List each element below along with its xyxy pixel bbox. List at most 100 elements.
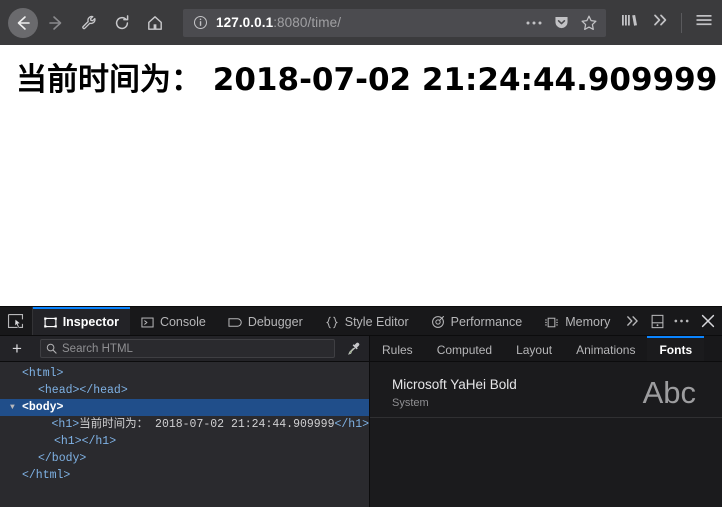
- dom-tree-row[interactable]: </html>: [0, 467, 369, 484]
- identity-info-button[interactable]: [193, 15, 208, 30]
- inspector-dom-pane: + <html><head: [0, 336, 370, 507]
- dom-tag: <body>: [22, 401, 64, 414]
- inspector-icon: [43, 316, 57, 329]
- dom-tree[interactable]: <html> <head></head> ▼ <body> <h1> 当前时间为： 201…: [0, 362, 369, 507]
- devtools-settings-button[interactable]: [670, 307, 694, 335]
- tab-debugger[interactable]: Debugger: [217, 307, 314, 335]
- overflow-button[interactable]: [652, 12, 669, 33]
- add-node-button[interactable]: +: [4, 340, 30, 357]
- page-actions-button[interactable]: [525, 20, 543, 26]
- toolbar-divider: [681, 12, 682, 33]
- dom-tag: <h1>: [51, 418, 80, 431]
- dom-tag: <html>: [22, 367, 64, 380]
- dom-tree-row[interactable]: <html>: [0, 365, 369, 382]
- reload-button[interactable]: [107, 8, 137, 38]
- expand-twisty-icon[interactable]: ▼: [10, 399, 20, 416]
- memory-icon: [544, 316, 559, 329]
- bookmark-button[interactable]: [580, 14, 598, 32]
- wrench-icon: [82, 15, 96, 29]
- debugger-icon: [228, 316, 242, 329]
- devtools-tabbar: Inspector Console Debugger Style Editor …: [0, 307, 722, 336]
- dom-tag: <h1></h1>: [54, 435, 117, 448]
- reload-icon: [115, 14, 129, 29]
- fonts-panel: Microsoft YaHei Bold System Abc: [370, 362, 722, 507]
- tab-label: Performance: [450, 315, 523, 329]
- devtools-body: + <html><head: [0, 336, 722, 507]
- home-icon: [148, 15, 162, 30]
- dom-tree-row[interactable]: <head></head>: [0, 382, 369, 399]
- info-circle-icon: [193, 15, 208, 30]
- sidebar-tab-layout[interactable]: Layout: [504, 336, 564, 361]
- eyedropper-icon: [347, 342, 359, 355]
- dom-tree-row[interactable]: <h1> 当前时间为： 2018-07-02 21:24:44.909999 </h…: [0, 416, 369, 433]
- dom-toolbar: +: [0, 336, 369, 362]
- url-path: :8080/time/: [273, 15, 342, 30]
- sidebar-tab-computed[interactable]: Computed: [425, 336, 504, 361]
- forward-arrow-icon: [49, 15, 62, 30]
- search-input[interactable]: [57, 342, 329, 355]
- performance-icon: [431, 315, 445, 329]
- pocket-button[interactable]: [553, 14, 570, 31]
- dom-tag: </body>: [38, 452, 87, 465]
- element-picker-button[interactable]: [0, 307, 33, 335]
- hamburger-menu-icon: [696, 15, 712, 26]
- library-button[interactable]: [620, 11, 640, 34]
- dom-text-node: 当前时间为： 2018-07-02 21:24:44.909999: [79, 418, 335, 431]
- urlbar-actions: [525, 14, 600, 32]
- tab-style-editor[interactable]: Style Editor: [314, 307, 420, 335]
- browser-toolbar-right: [614, 11, 714, 34]
- menu-button[interactable]: [694, 12, 714, 33]
- sidebar-tabbar: Rules Computed Layout Animations Fonts: [370, 336, 722, 362]
- tab-performance[interactable]: Performance: [420, 307, 534, 335]
- close-icon: [701, 314, 715, 328]
- dom-tree-row[interactable]: </body>: [0, 450, 369, 467]
- forward-button[interactable]: [41, 8, 71, 38]
- font-list-item[interactable]: Microsoft YaHei Bold System Abc: [370, 362, 722, 418]
- url-text[interactable]: 127.0.0.1:8080/time/: [216, 15, 525, 30]
- dom-tree-row[interactable]: ▼ <body>: [0, 399, 369, 416]
- devtools-panel: Inspector Console Debugger Style Editor …: [0, 306, 722, 507]
- font-meta: Microsoft YaHei Bold System: [392, 376, 643, 411]
- double-chevron-right-icon: [654, 14, 667, 26]
- sidebar-tab-animations[interactable]: Animations: [564, 336, 647, 361]
- sidebar-tab-fonts[interactable]: Fonts: [647, 336, 705, 361]
- back-button[interactable]: [8, 7, 38, 38]
- devtools-overflow-button[interactable]: [621, 307, 645, 335]
- double-chevron-right-icon: [627, 316, 639, 326]
- url-host: 127.0.0.1: [216, 15, 274, 30]
- page-content: 当前时间为： 2018-07-02 21:24:44.909999: [0, 45, 722, 306]
- dom-tag: </html>: [22, 469, 71, 482]
- search-html-field[interactable]: [40, 339, 335, 358]
- back-arrow-icon: [17, 15, 30, 30]
- tab-label: Debugger: [247, 315, 303, 329]
- style-editor-icon: [325, 316, 339, 329]
- tab-console[interactable]: Console: [130, 307, 217, 335]
- dom-tag: </h1>: [334, 418, 369, 431]
- tab-label: Style Editor: [344, 315, 409, 329]
- library-icon: [622, 15, 637, 26]
- devtools-close-button[interactable]: [694, 307, 722, 335]
- tab-inspector[interactable]: Inspector: [32, 307, 130, 335]
- page-title: 当前时间为： 2018-07-02 21:24:44.909999: [16, 62, 718, 98]
- tab-label: Memory: [565, 315, 611, 329]
- dom-tree-row[interactable]: <h1></h1>: [0, 433, 369, 450]
- font-name: Microsoft YaHei Bold: [392, 377, 517, 392]
- ellipsis-icon: [526, 21, 542, 24]
- url-bar[interactable]: 127.0.0.1:8080/time/: [183, 8, 606, 37]
- eyedropper-button[interactable]: [341, 341, 365, 356]
- browser-window: 127.0.0.1:8080/time/ 当前时间为： 2018-07-02 2…: [0, 0, 722, 507]
- wrench-button[interactable]: [74, 8, 104, 38]
- dom-tag: <head></head>: [38, 384, 128, 397]
- font-origin: System: [392, 397, 429, 409]
- tab-label: Inspector: [62, 315, 119, 329]
- sidebar-tab-rules[interactable]: Rules: [370, 336, 425, 361]
- tab-memory[interactable]: Memory: [533, 307, 621, 335]
- pocket-shield-icon: [555, 17, 568, 29]
- ellipsis-icon: [674, 319, 689, 323]
- browser-toolbar: 127.0.0.1:8080/time/: [0, 0, 722, 45]
- search-icon: [46, 343, 57, 354]
- home-button[interactable]: [140, 8, 170, 38]
- element-picker-icon: [8, 313, 24, 329]
- tab-label: Console: [159, 315, 206, 329]
- dock-toggle-button[interactable]: [646, 307, 670, 335]
